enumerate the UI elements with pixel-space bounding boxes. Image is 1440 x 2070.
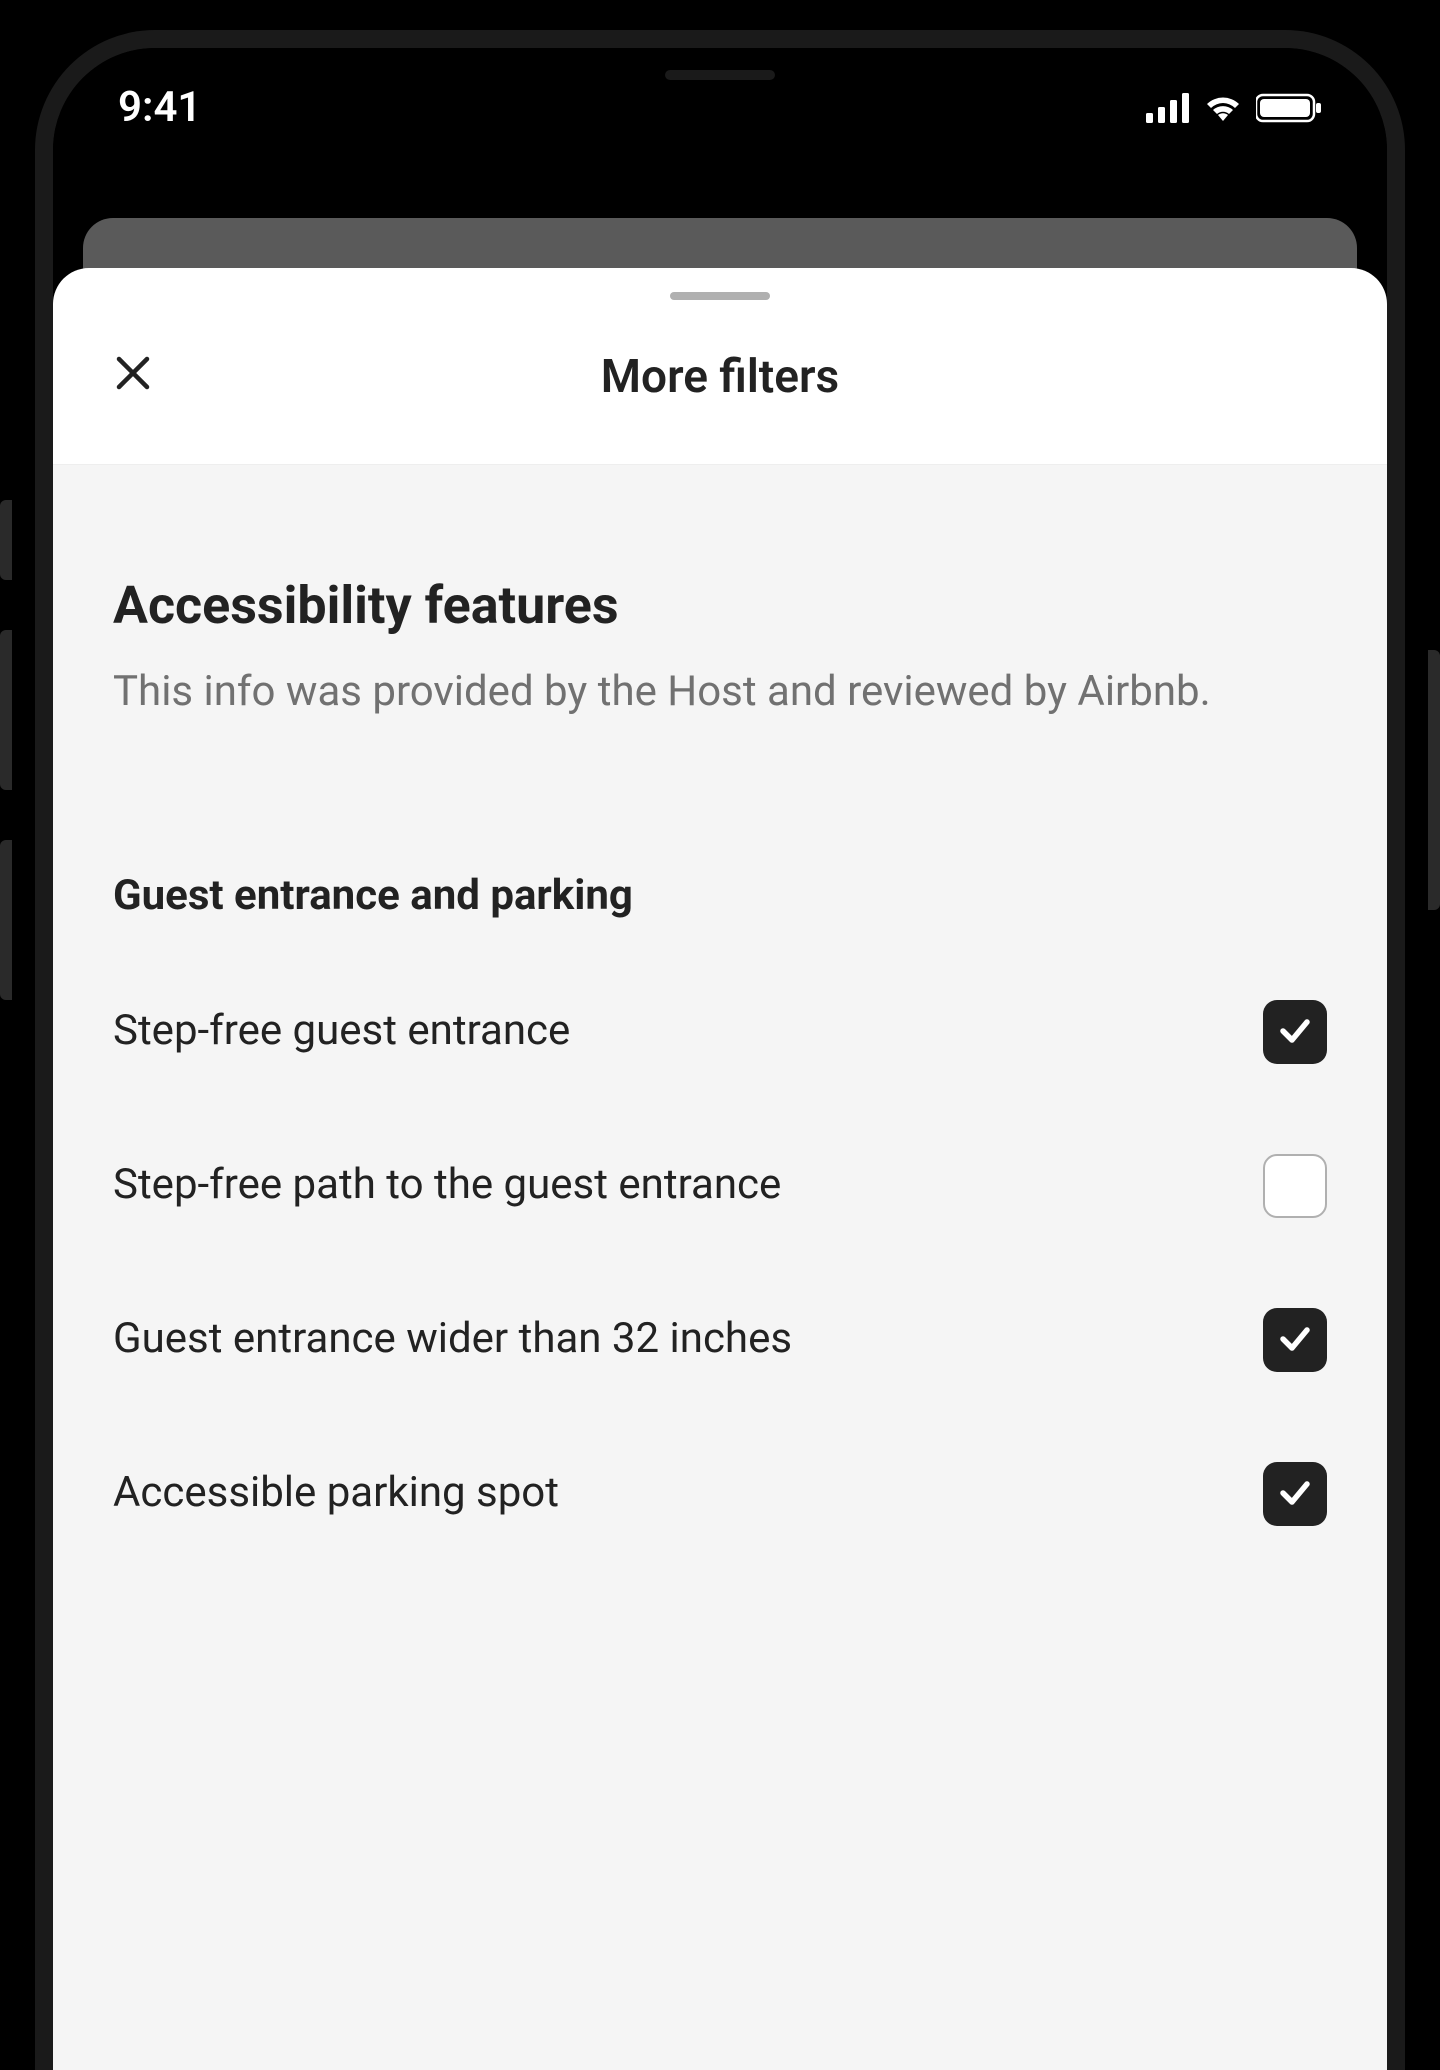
silent-switch: [0, 500, 12, 580]
checkbox-accessible-parking[interactable]: [1263, 1462, 1327, 1526]
checkbox-step-free-entrance[interactable]: [1263, 1000, 1327, 1064]
wifi-icon: [1202, 93, 1244, 123]
cellular-signal-icon: [1146, 93, 1190, 123]
battery-icon: [1256, 93, 1322, 123]
filter-label: Step-free path to the guest entrance: [113, 1157, 833, 1214]
status-right: [1146, 93, 1322, 123]
close-button[interactable]: [113, 353, 153, 401]
filter-row-wider-entrance: Guest entrance wider than 32 inches: [113, 1308, 1327, 1372]
modal-body[interactable]: Accessibility features This info was pro…: [53, 465, 1387, 2070]
phone-inner: 9:41: [35, 30, 1405, 2070]
filter-label: Accessible parking spot: [113, 1465, 833, 1522]
drag-handle[interactable]: [670, 292, 770, 300]
check-icon: [1275, 1318, 1315, 1362]
notch: [540, 48, 900, 103]
phone-frame: 9:41: [0, 0, 1440, 2070]
power-button: [1428, 650, 1440, 910]
screen: 9:41: [53, 48, 1387, 2070]
filter-label: Step-free guest entrance: [113, 1003, 833, 1060]
checkbox-step-free-path[interactable]: [1263, 1154, 1327, 1218]
volume-down-button: [0, 840, 12, 1000]
more-filters-modal: More filters Accessibility features This…: [53, 268, 1387, 2070]
check-icon: [1275, 1472, 1315, 1516]
side-buttons-left: [0, 500, 12, 1050]
close-icon: [113, 348, 153, 405]
section-title: Accessibility features: [113, 575, 1327, 636]
filter-row-step-free-path: Step-free path to the guest entrance: [113, 1154, 1327, 1218]
filter-label: Guest entrance wider than 32 inches: [113, 1311, 833, 1368]
check-icon: [1275, 1010, 1315, 1054]
modal-header: More filters: [53, 300, 1387, 465]
modal-title: More filters: [113, 350, 1327, 404]
section-description: This info was provided by the Host and r…: [113, 664, 1327, 721]
side-buttons-right: [1428, 650, 1440, 960]
status-time: 9:41: [118, 83, 201, 132]
volume-up-button: [0, 630, 12, 790]
filter-row-step-free-entrance: Step-free guest entrance: [113, 1000, 1327, 1064]
filter-row-accessible-parking: Accessible parking spot: [113, 1462, 1327, 1526]
checkbox-wider-entrance[interactable]: [1263, 1308, 1327, 1372]
subsection-title: Guest entrance and parking: [113, 871, 1327, 920]
